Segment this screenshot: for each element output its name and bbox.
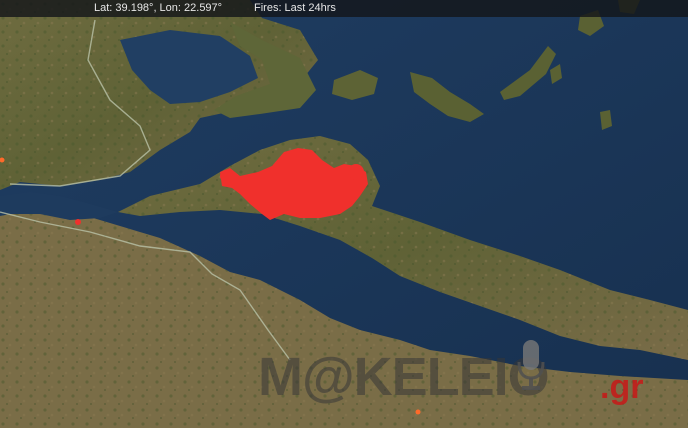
fire-cluster [348, 164, 364, 180]
microphone-icon [517, 340, 545, 390]
fire-cluster [220, 170, 232, 182]
fire-map[interactable]: Lat: 39.198°, Lon: 22.597° Fires: Last 2… [0, 0, 688, 428]
fires-filter-label: Fires: Last 24hrs [254, 2, 336, 14]
coordinates-readout: Lat: 39.198°, Lon: 22.597° [94, 2, 223, 14]
watermark-text: M@KELEIO [258, 347, 550, 407]
fire-hotspot [75, 219, 81, 225]
watermark-domain: .gr [600, 368, 644, 406]
status-bar: Lat: 39.198°, Lon: 22.597° Fires: Last 2… [0, 0, 688, 17]
makeleio-watermark: M@KELEIO .gr [258, 338, 668, 418]
